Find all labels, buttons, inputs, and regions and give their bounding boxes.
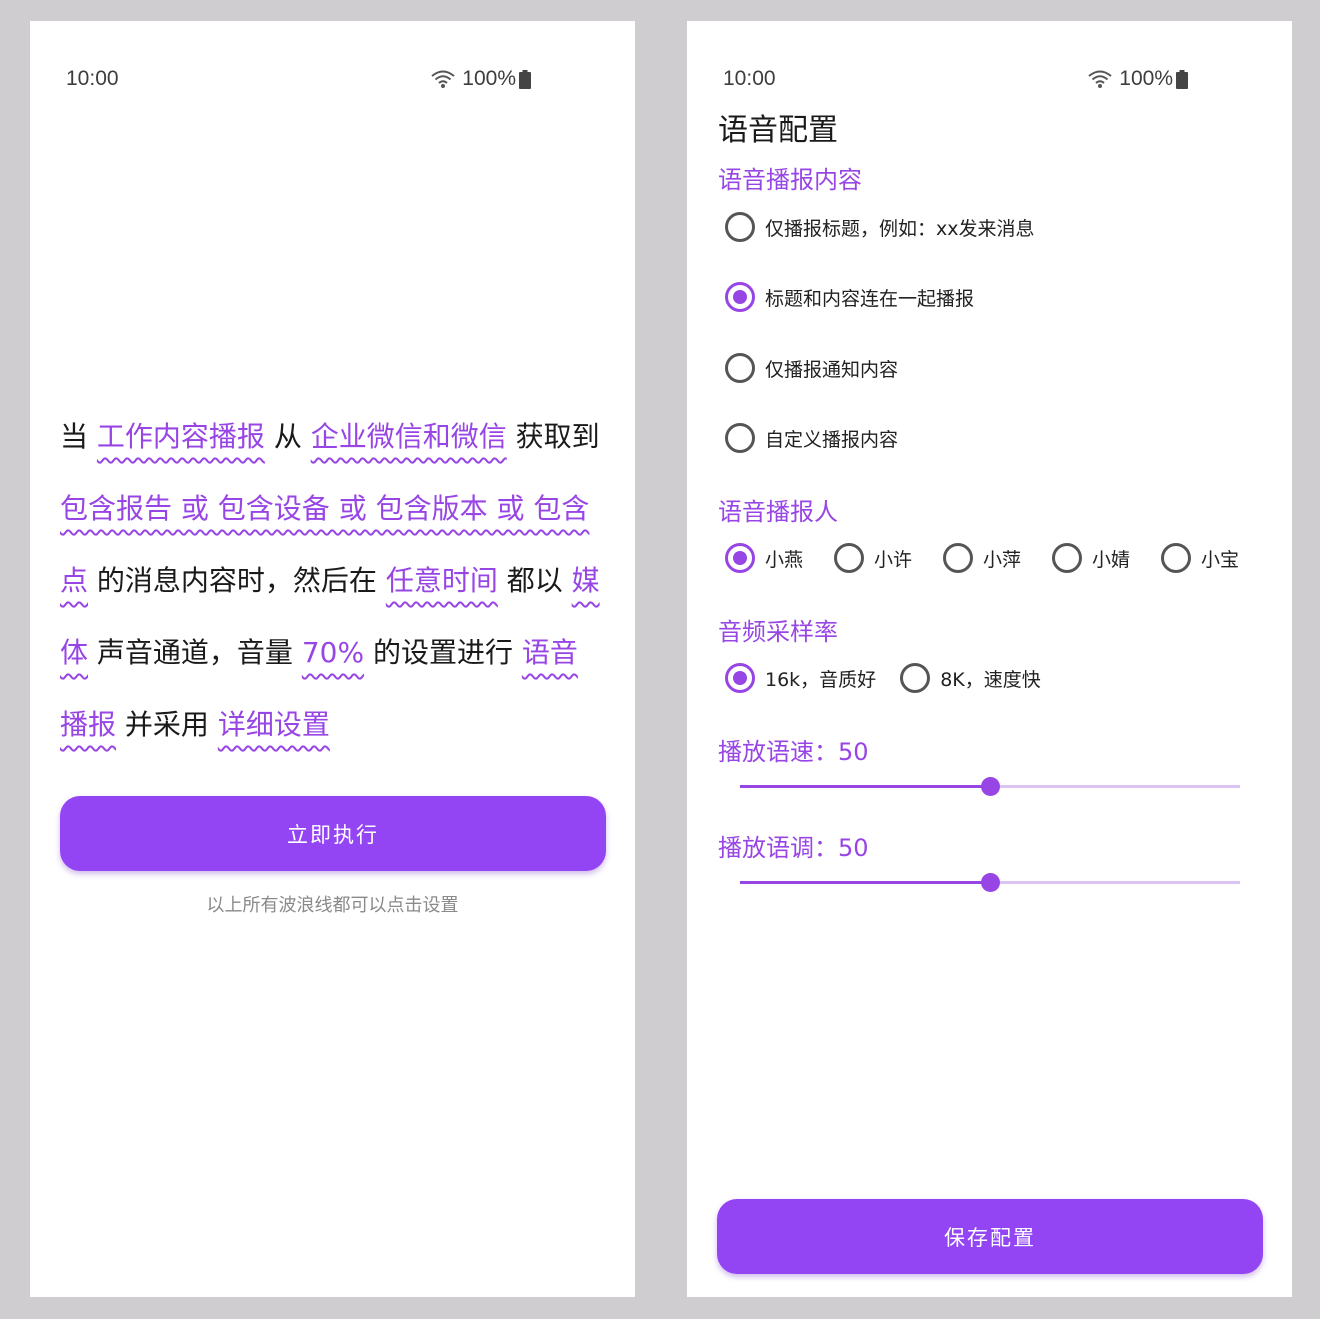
sentence-text: 并采用 bbox=[116, 708, 218, 741]
sentence-text: 获取到 bbox=[506, 420, 600, 453]
speaker-option[interactable]: 小宝 bbox=[1161, 543, 1270, 573]
wavy-setting-link[interactable]: 企业微信和微信 bbox=[311, 420, 507, 453]
speaker-label: 小许 bbox=[874, 548, 913, 571]
radio-icon[interactable] bbox=[725, 423, 755, 453]
battery-percent: 100% bbox=[1119, 67, 1173, 90]
speed-slider-thumb[interactable] bbox=[981, 777, 1000, 796]
battery-icon bbox=[519, 69, 531, 89]
battery-icon bbox=[1176, 69, 1188, 89]
content-option-label: 仅播报通知内容 bbox=[765, 358, 899, 381]
content-section-title: 语音播报内容 bbox=[718, 166, 862, 194]
sample-rate-options: 16k，音质好 8K，速度快 bbox=[725, 663, 1065, 693]
content-option-label: 自定义播报内容 bbox=[765, 428, 899, 451]
wavy-setting-link[interactable]: 工作内容播报 bbox=[97, 420, 265, 453]
content-option-custom[interactable]: 自定义播报内容 bbox=[725, 423, 898, 453]
status-bar: 10:00 100% bbox=[30, 67, 635, 95]
speaker-option[interactable]: 小萍 bbox=[943, 543, 1052, 573]
sample-rate-section-title: 音频采样率 bbox=[718, 618, 838, 646]
sample-rate-label: 8K，速度快 bbox=[940, 668, 1041, 691]
content-option-label: 标题和内容连在一起播报 bbox=[765, 287, 975, 310]
sentence-text: 声音通道，音量 bbox=[88, 636, 302, 669]
wavy-setting-link[interactable]: 详细设置 bbox=[218, 708, 330, 741]
speaker-option[interactable]: 小婧 bbox=[1052, 543, 1161, 573]
voice-config-screen: 10:00 100% 语音配置 语音播报内容 仅播报标题，例如：xx发来消息 标… bbox=[687, 21, 1292, 1297]
content-option-title-only[interactable]: 仅播报标题，例如：xx发来消息 bbox=[725, 212, 1035, 242]
radio-icon[interactable] bbox=[1161, 543, 1191, 573]
speaker-label: 小宝 bbox=[1201, 548, 1240, 571]
sentence-text: 从 bbox=[264, 420, 311, 453]
speaker-option[interactable]: 小燕 bbox=[725, 543, 834, 573]
radio-icon[interactable] bbox=[725, 353, 755, 383]
speaker-section-title: 语音播报人 bbox=[718, 498, 838, 526]
hint-text: 以上所有波浪线都可以点击设置 bbox=[206, 895, 459, 916]
sentence-text: 都以 bbox=[497, 564, 572, 597]
page-title: 语音配置 bbox=[718, 113, 838, 148]
content-option-label: 仅播报标题，例如：xx发来消息 bbox=[765, 217, 1035, 240]
radio-icon[interactable] bbox=[943, 543, 973, 573]
wavy-setting-link[interactable]: 70% bbox=[302, 636, 364, 669]
status-time: 10:00 bbox=[723, 67, 776, 90]
speaker-option[interactable]: 小许 bbox=[834, 543, 943, 573]
sentence-text: 当 bbox=[60, 420, 97, 453]
sentence-text: 的消息内容时，然后在 bbox=[88, 564, 386, 597]
wavy-setting-link[interactable]: 任意时间 bbox=[386, 564, 498, 597]
pitch-slider[interactable] bbox=[740, 873, 1240, 892]
save-config-button[interactable]: 保存配置 bbox=[717, 1199, 1263, 1274]
status-indicators: 100% bbox=[1087, 67, 1194, 91]
speed-slider-fill bbox=[740, 785, 990, 788]
pitch-slider-fill bbox=[740, 881, 990, 884]
battery-percent: 100% bbox=[462, 67, 516, 90]
speaker-label: 小燕 bbox=[765, 548, 804, 571]
radio-icon[interactable] bbox=[900, 663, 931, 693]
radio-selected-icon[interactable] bbox=[725, 282, 755, 312]
speed-slider[interactable] bbox=[740, 777, 1240, 796]
status-time: 10:00 bbox=[66, 67, 119, 90]
content-option-title-and-content[interactable]: 标题和内容连在一起播报 bbox=[725, 282, 974, 312]
sentence-text: 的设置进行 bbox=[364, 636, 522, 669]
speed-label: 播放语速：50 bbox=[718, 738, 869, 766]
sample-rate-option[interactable]: 16k，音质好 bbox=[725, 663, 876, 693]
sample-rate-label: 16k，音质好 bbox=[765, 668, 877, 691]
content-option-content-only[interactable]: 仅播报通知内容 bbox=[725, 353, 898, 383]
radio-selected-icon[interactable] bbox=[725, 543, 755, 573]
task-screen: 10:00 100% 当 工作内容播报 从 企业微信和微信 获取到 包含报告 或… bbox=[30, 21, 635, 1297]
radio-icon[interactable] bbox=[1052, 543, 1082, 573]
task-sentence: 当 工作内容播报 从 企业微信和微信 获取到 包含报告 或 包含设备 或 包含版… bbox=[60, 401, 605, 761]
sample-rate-option[interactable]: 8K，速度快 bbox=[900, 663, 1041, 693]
speaker-options: 小燕 小许 小萍 小婧 小宝 bbox=[725, 543, 1270, 573]
radio-icon[interactable] bbox=[834, 543, 864, 573]
pitch-slider-thumb[interactable] bbox=[981, 873, 1000, 892]
run-now-button[interactable]: 立即执行 bbox=[60, 796, 606, 871]
pitch-label: 播放语调：50 bbox=[718, 834, 869, 862]
radio-selected-icon[interactable] bbox=[725, 663, 755, 693]
speaker-label: 小婧 bbox=[1092, 548, 1131, 571]
wifi-icon bbox=[431, 70, 455, 88]
status-bar: 10:00 100% bbox=[687, 67, 1292, 95]
status-indicators: 100% bbox=[430, 67, 537, 91]
radio-icon[interactable] bbox=[725, 212, 755, 242]
speaker-label: 小萍 bbox=[983, 548, 1022, 571]
wifi-icon bbox=[1088, 70, 1112, 88]
